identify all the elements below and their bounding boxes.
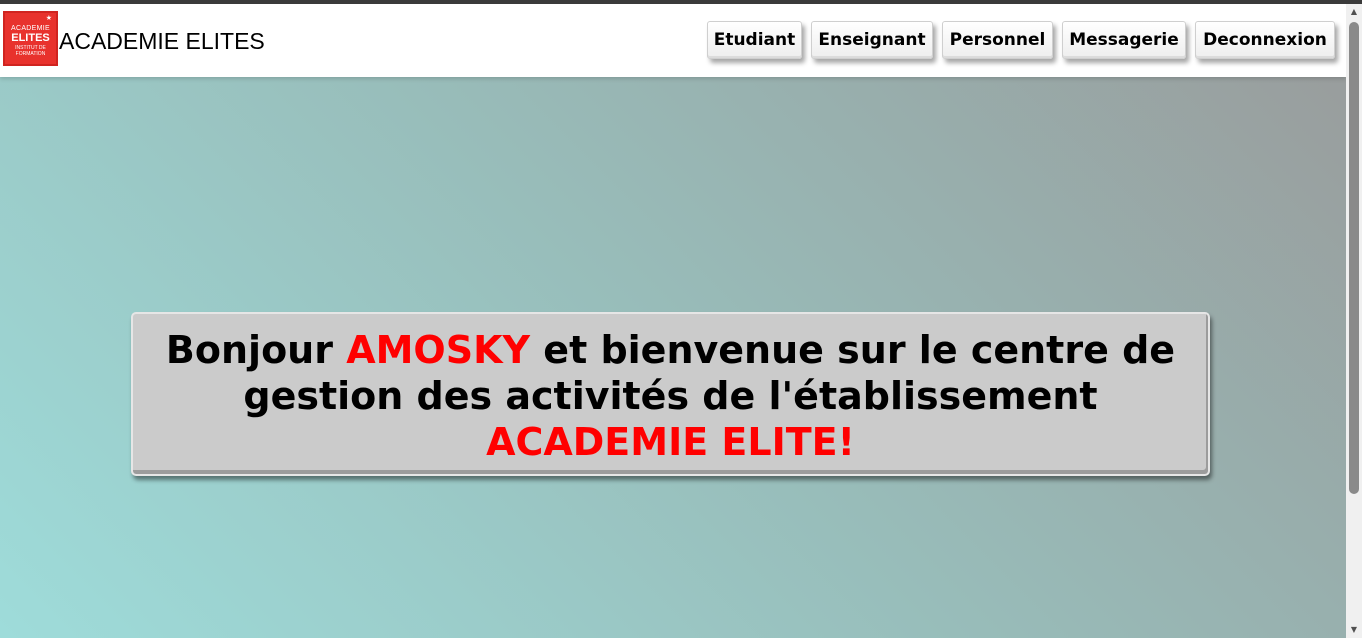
logo-text-academie: ACADEMIE (11, 25, 50, 32)
scroll-down-arrow-icon[interactable]: ▼ (1346, 622, 1362, 638)
nav-button-enseignant[interactable]: Enseignant (811, 21, 933, 59)
nav-button-personnel[interactable]: Personnel (942, 21, 1053, 59)
logo-text-elites: ELITES (11, 32, 50, 44)
scrollbar-thumb[interactable] (1349, 22, 1359, 494)
welcome-greeting: Bonjour (165, 328, 347, 372)
scroll-up-arrow-icon[interactable]: ▲ (1346, 4, 1362, 20)
vertical-scrollbar[interactable]: ▲ ▼ (1346, 4, 1362, 638)
welcome-panel: Bonjour AMOSKY et bienvenue sur le centr… (131, 312, 1210, 476)
logo-text-formation: FORMATION (15, 51, 46, 57)
nav-button-etudiant[interactable]: Etudiant (707, 21, 802, 59)
welcome-username: AMOSKY (346, 328, 531, 372)
academie-elites-logo[interactable]: ★ ACADEMIE ELITES INSTITUT DE FORMATION (3, 11, 58, 66)
page-viewport: ★ ACADEMIE ELITES INSTITUT DE FORMATION … (0, 4, 1346, 638)
logo-star-icon: ★ (45, 15, 52, 22)
welcome-school-name: ACADEMIE ELITE! (486, 420, 855, 464)
top-navbar: ★ ACADEMIE ELITES INSTITUT DE FORMATION … (0, 4, 1346, 77)
nav-button-deconnexion[interactable]: Deconnexion (1195, 21, 1335, 59)
brand-name: ACADEMIE ELITES (59, 28, 265, 54)
nav-button-messagerie[interactable]: Messagerie (1062, 21, 1186, 59)
